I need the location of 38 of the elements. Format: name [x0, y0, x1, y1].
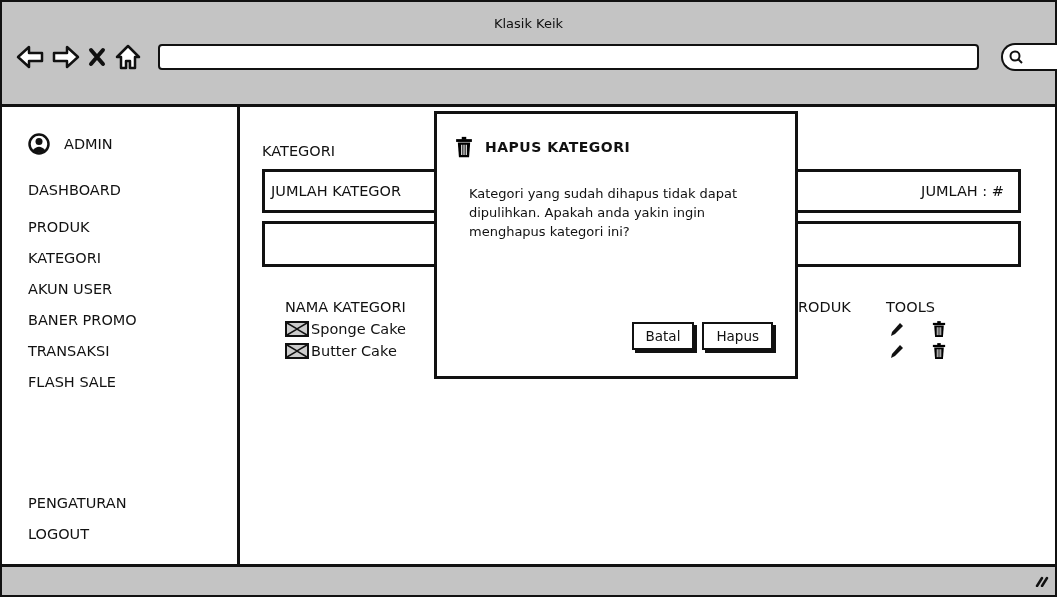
trash-icon[interactable] [455, 136, 473, 158]
column-header: TOOLS [886, 299, 936, 315]
sidebar-item[interactable]: FLASH SALE [28, 367, 237, 398]
forward-icon[interactable] [52, 44, 80, 70]
image-placeholder-icon [285, 321, 309, 337]
sidebar-item[interactable]: DASHBOARD [28, 175, 237, 206]
back-icon[interactable] [16, 44, 44, 70]
avatar-icon [28, 133, 50, 155]
sidebar-item[interactable]: PENGATURAN [28, 488, 237, 519]
pencil-icon[interactable] [890, 321, 904, 337]
image-placeholder-icon [285, 343, 309, 359]
dialog-button[interactable]: Hapus [702, 322, 773, 350]
summary-label: JUMLAH KATEGOR [271, 183, 402, 199]
dialog-title: HAPUS KATEGORI [485, 139, 631, 155]
column-header: RODUK [798, 299, 852, 315]
trash-icon[interactable] [932, 343, 946, 359]
search-icon[interactable] [1009, 50, 1023, 64]
pencil-icon[interactable] [890, 343, 904, 359]
column-header: NAMA KATEGORI [285, 299, 407, 315]
search-field[interactable] [1001, 43, 1057, 71]
sidebar-item[interactable]: KATEGORI [28, 243, 237, 274]
summary-value: JUMLAH : # [921, 183, 1004, 199]
category-name: Butter Cake [311, 343, 397, 359]
category-name: Sponge Cake [311, 321, 406, 337]
admin-label: ADMIN [64, 136, 113, 152]
page-title: KATEGORI [262, 143, 336, 159]
dialog-message: Kategori yang sudah dihapus tidak dapat dipulihkan. Apakah anda yakin ingin menghapus kategori ini? [469, 185, 739, 241]
sidebar-item[interactable]: BANER PROMO [28, 305, 237, 336]
home-icon[interactable] [114, 44, 142, 70]
address-bar[interactable] [158, 44, 979, 70]
window-title: Klasik Keik [493, 16, 564, 31]
sidebar-item[interactable]: AKUN USER [28, 274, 237, 305]
trash-icon[interactable] [932, 321, 946, 337]
sidebar-item[interactable]: TRANSAKSI [28, 336, 237, 367]
sidebar-item[interactable]: LOGOUT [28, 519, 237, 550]
resize-grip-icon[interactable] [1035, 575, 1049, 587]
sidebar-item[interactable]: PRODUK [28, 212, 237, 243]
dialog-button[interactable]: Batal [631, 322, 695, 350]
